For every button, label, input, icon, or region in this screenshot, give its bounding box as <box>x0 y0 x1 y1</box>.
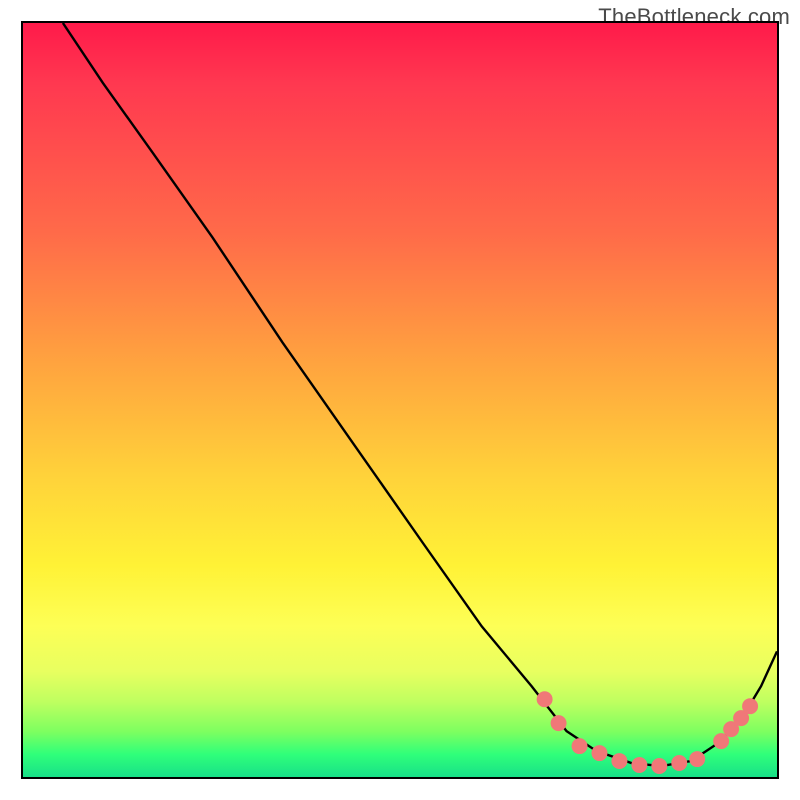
chart-container: TheBottleneck.com <box>0 0 800 800</box>
curve-marker <box>611 753 627 769</box>
curve-marker <box>537 691 553 707</box>
curve-layer <box>23 23 777 777</box>
plot-area <box>21 21 779 779</box>
curve-marker <box>591 745 607 761</box>
curve-marker <box>689 751 705 767</box>
curve-marker <box>572 738 588 754</box>
curve-marker <box>631 757 647 773</box>
curve-marker <box>671 755 687 771</box>
curve-marker <box>551 715 567 731</box>
curve-marker <box>742 698 758 714</box>
curve-marker <box>651 758 667 774</box>
bottleneck-curve <box>63 23 777 766</box>
